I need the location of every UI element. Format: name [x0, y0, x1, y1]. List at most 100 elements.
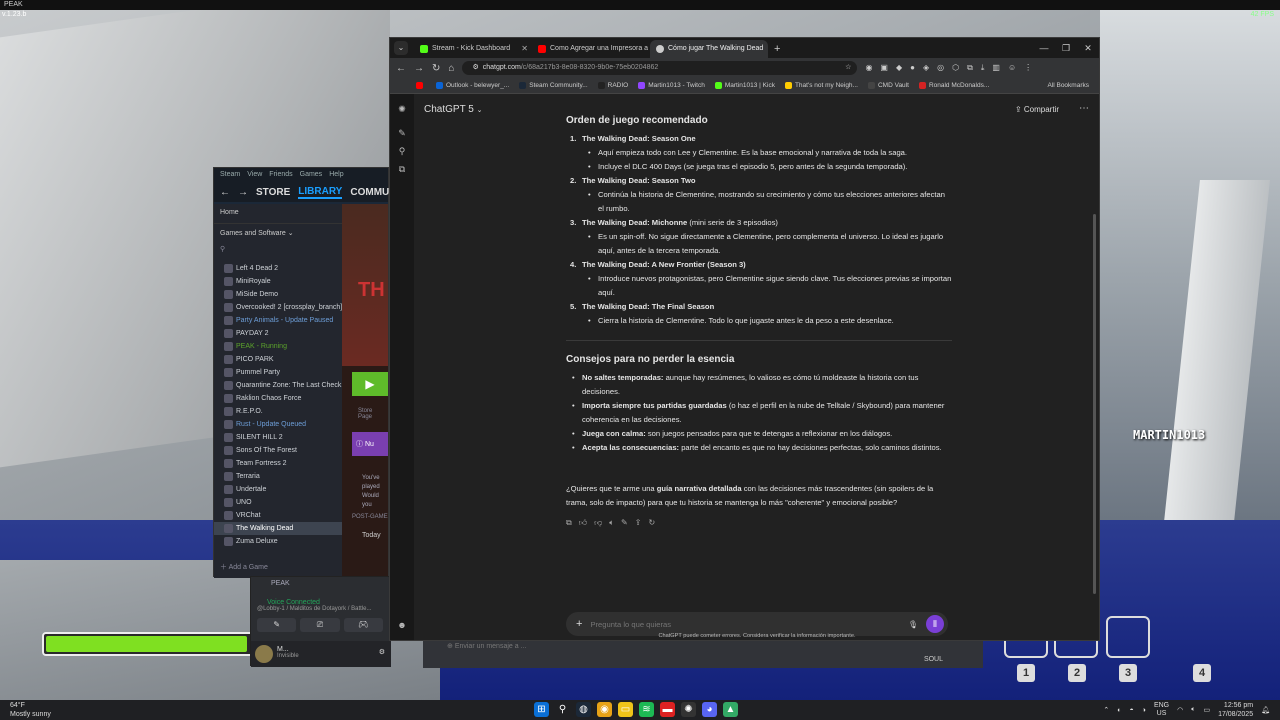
- battery-icon[interactable]: ▭: [1203, 706, 1210, 714]
- bookmark-item[interactable]: RADIO: [597, 82, 628, 89]
- library-game-item[interactable]: MiniRoyale: [214, 275, 342, 288]
- extensions-puzzle-icon[interactable]: ⧉: [967, 63, 973, 73]
- notice-box[interactable]: ⓘ Nu: [352, 432, 388, 456]
- site-info-icon[interactable]: ⚙: [472, 61, 478, 75]
- spotify-icon[interactable]: ≋: [639, 702, 654, 717]
- library-game-item[interactable]: Zuma Deluxe: [214, 535, 342, 548]
- volume-icon[interactable]: 🔈︎: [1191, 706, 1195, 714]
- screen-share-icon[interactable]: ⎚: [300, 618, 340, 632]
- tray-app-icon[interactable]: ◓: [1129, 707, 1133, 714]
- library-game-item[interactable]: UNO: [214, 496, 342, 509]
- bookmark-item[interactable]: Steam Community...: [519, 82, 588, 89]
- library-home[interactable]: Home: [214, 204, 342, 224]
- notification-icon[interactable]: 🔔︎: [1261, 706, 1270, 714]
- store-page-link[interactable]: Store Page: [358, 408, 388, 420]
- gear-icon[interactable]: ⚙: [379, 648, 385, 656]
- extension-icon[interactable]: ◈: [923, 63, 929, 73]
- steam-icon[interactable]: ◍: [576, 702, 591, 717]
- tab-search-icon[interactable]: ⌄: [394, 41, 408, 55]
- bookmark-item[interactable]: Martin1013 | Kick: [714, 82, 775, 89]
- plus-icon[interactable]: +: [576, 618, 582, 630]
- extension-icon[interactable]: ●: [910, 63, 915, 73]
- more-options-icon[interactable]: ⋯: [1079, 103, 1089, 114]
- library-game-item[interactable]: Overcooked! 2 [crossplay_branch]: [214, 301, 342, 314]
- profile-icon[interactable]: ☺: [1008, 63, 1016, 73]
- library-filter[interactable]: Games and Software ⌄: [214, 224, 342, 242]
- kebab-menu-icon[interactable]: ⋮: [1024, 63, 1032, 73]
- library-game-item[interactable]: PAYDAY 2: [214, 327, 342, 340]
- close-icon[interactable]: ✕: [521, 40, 528, 58]
- bookmark-item[interactable]: Ronald McDonalds...: [918, 82, 989, 89]
- back-icon[interactable]: ←: [396, 63, 406, 74]
- chrome-icon[interactable]: ◉: [597, 702, 612, 717]
- nav-library[interactable]: LIBRARY: [298, 186, 343, 199]
- library-game-item[interactable]: Rust - Update Queued: [214, 418, 342, 431]
- tab-chatgpt[interactable]: Cómo jugar The Walking Dead✕: [650, 40, 768, 58]
- library-game-item[interactable]: SILENT HILL 2: [214, 431, 342, 444]
- library-game-item[interactable]: VRChat: [214, 509, 342, 522]
- library-icon[interactable]: ⧉: [390, 160, 414, 178]
- start-icon[interactable]: ⊞: [534, 702, 549, 717]
- thumbs-up-icon[interactable]: 👍︎: [579, 516, 587, 530]
- extension-icon[interactable]: ▣: [880, 63, 888, 73]
- forward-arrow-icon[interactable]: →: [238, 187, 248, 198]
- menu-view[interactable]: View: [247, 171, 262, 179]
- library-game-item[interactable]: Undertale: [214, 483, 342, 496]
- share-button[interactable]: ⇪ Compartir: [1015, 105, 1059, 114]
- prompt-input[interactable]: [590, 619, 901, 629]
- bookmark-item[interactable]: That's not my Neigh...: [784, 82, 858, 89]
- close-icon[interactable]: ✕: [1077, 38, 1099, 58]
- extension-icon[interactable]: ◉: [865, 63, 872, 73]
- copy-icon[interactable]: ⧉: [566, 516, 572, 530]
- forward-icon[interactable]: →: [414, 63, 424, 74]
- play-button[interactable]: ▶: [352, 372, 388, 396]
- extension-icon[interactable]: ◆: [896, 63, 902, 73]
- language-indicator[interactable]: ENG US: [1154, 702, 1169, 718]
- back-arrow-icon[interactable]: ←: [220, 187, 230, 198]
- discord-user-panel[interactable]: M... Invisible ⚙: [251, 641, 391, 667]
- discord-message-input[interactable]: ⊕ Enviar un mensaje a ... SOUL: [423, 638, 983, 668]
- weather-widget[interactable]: 64°F Mostly sunny: [10, 701, 51, 719]
- library-game-item[interactable]: Raklion Chaos Force: [214, 392, 342, 405]
- app-icon[interactable]: ▬: [660, 702, 675, 717]
- library-game-item[interactable]: PICO PARK: [214, 353, 342, 366]
- bookmark-item[interactable]: Outlook - belewyer_...: [436, 82, 509, 89]
- menu-friends[interactable]: Friends: [269, 171, 292, 179]
- regenerate-icon[interactable]: ↻: [648, 516, 655, 530]
- camera-off-icon[interactable]: ✎: [257, 618, 297, 632]
- download-icon[interactable]: ⤓: [981, 63, 985, 73]
- game-icon[interactable]: ▲: [723, 702, 738, 717]
- library-game-item[interactable]: MiSide Demo: [214, 288, 342, 301]
- address-bar[interactable]: ⚙ chatgpt.com/c/68a217b3-8e08-8320-9b0e-…: [462, 61, 858, 75]
- voice-mode-button[interactable]: ⦀: [926, 615, 944, 633]
- menu-steam[interactable]: Steam: [220, 171, 240, 179]
- library-game-item[interactable]: R.E.P.O.: [214, 405, 342, 418]
- extension-icon[interactable]: ◎: [937, 63, 944, 73]
- nav-store[interactable]: STORE: [256, 187, 290, 198]
- reload-icon[interactable]: ↻: [432, 63, 440, 74]
- search-icon[interactable]: ⚲: [390, 142, 414, 160]
- add-game-button[interactable]: ＋ Add a Game: [220, 562, 268, 572]
- chevron-up-icon[interactable]: ⌃: [1103, 706, 1109, 714]
- avatar[interactable]: ☻: [390, 616, 414, 634]
- library-game-item[interactable]: Terraria: [214, 470, 342, 483]
- inventory-slot-3[interactable]: [1106, 616, 1150, 658]
- model-selector[interactable]: ChatGPT 5 ⌄: [424, 104, 483, 115]
- scrollbar[interactable]: [1093, 214, 1096, 594]
- edit-icon[interactable]: ✎: [621, 516, 628, 530]
- extension-icon[interactable]: ⬡: [952, 63, 959, 73]
- bookmark-item[interactable]: CMD Vault: [867, 82, 909, 89]
- activity-icon[interactable]: 🎮︎: [343, 618, 383, 632]
- wifi-icon[interactable]: ◠: [1177, 706, 1183, 714]
- voice-channel[interactable]: @Lobby-1 / Malditos de Dotayork / Battle…: [251, 606, 389, 612]
- tray-app-icon[interactable]: ◑: [1142, 707, 1146, 714]
- library-game-item[interactable]: Quarantine Zone: The Last Check: [214, 379, 342, 392]
- tab-kick-dashboard[interactable]: Stream - Kick Dashboard ✕: [414, 40, 532, 58]
- home-icon[interactable]: ⌂: [448, 63, 454, 74]
- all-bookmarks[interactable]: All Bookmarks: [1047, 82, 1089, 89]
- library-game-item[interactable]: Team Fortress 2: [214, 457, 342, 470]
- openai-logo-icon[interactable]: ✺: [390, 100, 414, 118]
- bookmark-star-icon[interactable]: ☆: [845, 61, 851, 75]
- thumbs-down-icon[interactable]: 👎︎: [594, 516, 602, 530]
- new-chat-icon[interactable]: ✎: [390, 124, 414, 142]
